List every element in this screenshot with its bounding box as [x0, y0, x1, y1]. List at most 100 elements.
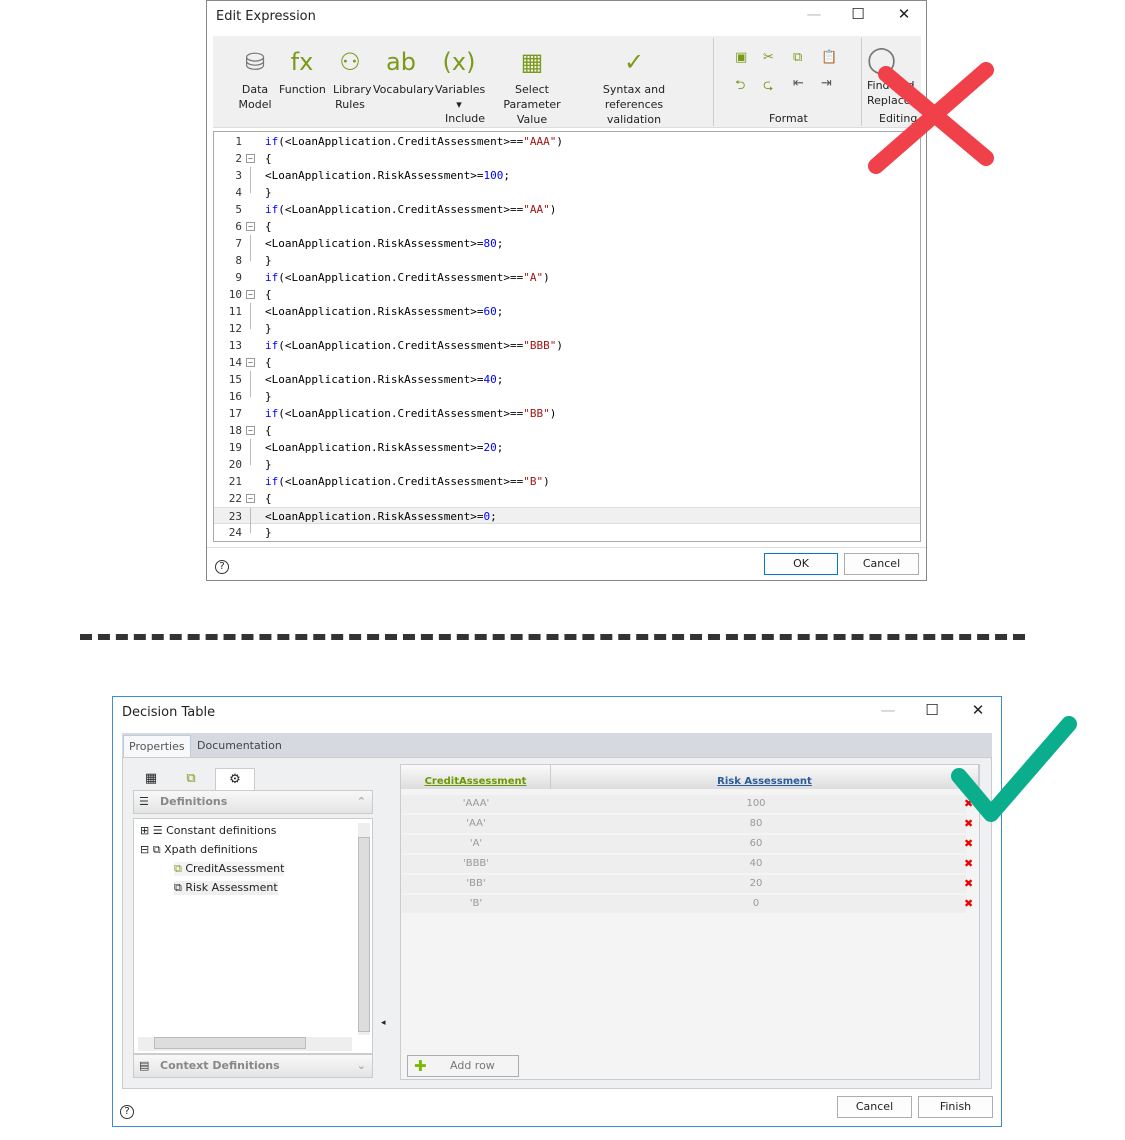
settings-tab-icon[interactable]: ⚙	[215, 768, 255, 790]
fold-toggle-icon[interactable]: −	[246, 426, 255, 435]
grid-tab-icon[interactable]: ▦	[133, 768, 169, 790]
cancel-button[interactable]: Cancel	[844, 553, 919, 575]
code-line[interactable]: 19 <LoanApplication.RiskAssessment>=20;	[214, 439, 920, 456]
risk-cell[interactable]: 100	[551, 795, 961, 813]
risk-cell[interactable]: 0	[551, 895, 961, 913]
credit-cell[interactable]: 'B'	[401, 895, 551, 913]
context-definitions-header[interactable]: ▤ Context Definitions ⌄	[133, 1054, 373, 1078]
tree-item-constant[interactable]: ⊞ ☰ Constant definitions	[140, 824, 277, 837]
collapse-arrow-icon[interactable]: ◂	[381, 1018, 386, 1028]
ribbon-button-variables[interactable]: (x) Variables ▾	[435, 42, 485, 112]
code-line[interactable]: 23 <LoanApplication.RiskAssessment>=0;	[214, 507, 920, 525]
code-line[interactable]: 3 <LoanApplication.RiskAssessment>=100;	[214, 167, 920, 184]
fold-toggle-icon[interactable]: −	[246, 494, 255, 503]
cut-icon[interactable]: ✂	[763, 50, 774, 65]
table-row[interactable]: 'AA' 80 ✖	[401, 815, 973, 833]
delete-row-icon[interactable]: ✖	[964, 895, 973, 913]
table-row[interactable]: 'AAA' 100 ✖	[401, 795, 973, 813]
column-header-credit[interactable]: CreditAssessment	[401, 765, 551, 789]
ribbon-button-data-model[interactable]: ⛁ Data Model	[235, 42, 275, 112]
delete-row-icon[interactable]: ✖	[964, 835, 973, 853]
paste-icon[interactable]: 📋	[821, 50, 837, 65]
tab-documentation[interactable]: Documentation	[192, 735, 287, 757]
fold-toggle-icon[interactable]: −	[246, 290, 255, 299]
risk-cell[interactable]: 40	[551, 855, 961, 873]
ribbon-button-select-parameter[interactable]: ▦ Select Parameter Value	[489, 42, 575, 127]
tree-item-risk[interactable]: ⧉ Risk Assessment	[174, 881, 278, 895]
credit-cell[interactable]: 'BB'	[401, 875, 551, 893]
column-header-risk[interactable]: Risk Assessment	[551, 765, 979, 789]
code-line[interactable]: 1 if(<LoanApplication.CreditAssessment>==…	[214, 133, 920, 150]
minimize-button[interactable]: —	[873, 701, 903, 719]
close-button[interactable]: ✕	[889, 5, 919, 23]
help-icon[interactable]: ?	[120, 1105, 134, 1119]
definitions-header[interactable]: ☰ Definitions ⌃	[133, 790, 373, 814]
code-line[interactable]: 2− {	[214, 150, 920, 167]
redo-icon[interactable]: ⮎	[763, 76, 773, 98]
horizontal-scrollbar[interactable]	[138, 1037, 352, 1051]
code-line[interactable]: 11 <LoanApplication.RiskAssessment>=60;	[214, 303, 920, 320]
ribbon-button-validation[interactable]: ✓ Syntax and references validation	[579, 42, 689, 127]
code-line[interactable]: 17 if(<LoanApplication.CreditAssessment>=…	[214, 405, 920, 422]
table-row[interactable]: 'BBB' 40 ✖	[401, 855, 973, 873]
outdent-icon[interactable]: ⇤	[793, 76, 804, 91]
code-line[interactable]: 22− {	[214, 490, 920, 507]
fold-toggle-icon[interactable]: −	[246, 358, 255, 367]
undo-icon[interactable]: ⮌	[735, 76, 745, 98]
line-number: 8	[235, 254, 242, 267]
xpath-tab-icon[interactable]: ⧉	[173, 768, 209, 790]
code-line[interactable]: 18− {	[214, 422, 920, 439]
code-line[interactable]: 4}	[214, 184, 920, 201]
ok-button[interactable]: OK	[764, 553, 838, 575]
delete-row-icon[interactable]: ✖	[964, 855, 973, 873]
ribbon-button-function[interactable]: fx Function	[279, 42, 326, 97]
code-line[interactable]: 14− {	[214, 354, 920, 371]
credit-cell[interactable]: 'BBB'	[401, 855, 551, 873]
tree-item-xpath[interactable]: ⊟ ⧉ Xpath definitions	[140, 843, 258, 857]
code-line[interactable]: 15 <LoanApplication.RiskAssessment>=40;	[214, 371, 920, 388]
code-line[interactable]: 24}	[214, 524, 920, 541]
maximize-button[interactable]: ☐	[843, 5, 873, 23]
ribbon-button-library-rules[interactable]: ⚇ Library Rules	[333, 42, 371, 112]
risk-cell[interactable]: 20	[551, 875, 961, 893]
maximize-button[interactable]: ☐	[917, 701, 947, 719]
code-line[interactable]: 20}	[214, 456, 920, 473]
risk-cell[interactable]: 60	[551, 835, 961, 853]
line-number: 3	[235, 169, 242, 182]
credit-cell[interactable]: 'A'	[401, 835, 551, 853]
table-row[interactable]: 'A' 60 ✖	[401, 835, 973, 853]
code-line[interactable]: 5 if(<LoanApplication.CreditAssessment>==…	[214, 201, 920, 218]
code-line[interactable]: 13 if(<LoanApplication.CreditAssessment>=…	[214, 337, 920, 354]
table-row[interactable]: 'B' 0 ✖	[401, 895, 973, 913]
code-line[interactable]: 12}	[214, 320, 920, 337]
code-line[interactable]: 9 if(<LoanApplication.CreditAssessment>==…	[214, 269, 920, 286]
vertical-scrollbar[interactable]	[358, 823, 370, 1035]
tree-item-credit[interactable]: ⧉ CreditAssessment	[174, 862, 285, 876]
code-line[interactable]: 8}	[214, 252, 920, 269]
code-token: ;	[496, 237, 504, 250]
fold-toggle-icon[interactable]: −	[246, 154, 255, 163]
code-editor[interactable]: 1 if(<LoanApplication.CreditAssessment>==…	[213, 131, 921, 542]
button-label-2: Model	[238, 98, 272, 111]
cancel-button[interactable]: Cancel	[837, 1096, 912, 1118]
tab-properties[interactable]: Properties	[123, 735, 191, 757]
minimize-button[interactable]: —	[799, 5, 829, 23]
credit-cell[interactable]: 'AAA'	[401, 795, 551, 813]
help-icon[interactable]: ?	[215, 560, 229, 574]
fold-toggle-icon[interactable]: −	[246, 222, 255, 231]
credit-cell[interactable]: 'AA'	[401, 815, 551, 833]
finish-button[interactable]: Finish	[918, 1096, 993, 1118]
table-row[interactable]: 'BB' 20 ✖	[401, 875, 973, 893]
ribbon-button-vocabulary[interactable]: ab Vocabulary	[373, 42, 434, 97]
code-line[interactable]: 7 <LoanApplication.RiskAssessment>=80;	[214, 235, 920, 252]
risk-cell[interactable]: 80	[551, 815, 961, 833]
save-icon[interactable]: ▣	[735, 50, 747, 65]
code-line[interactable]: 6− {	[214, 218, 920, 235]
code-line[interactable]: 10− {	[214, 286, 920, 303]
add-row-button[interactable]: ✚ Add row	[407, 1055, 519, 1077]
code-line[interactable]: 21 if(<LoanApplication.CreditAssessment>=…	[214, 473, 920, 490]
indent-icon[interactable]: ⇥	[821, 76, 832, 91]
code-line[interactable]: 16}	[214, 388, 920, 405]
delete-row-icon[interactable]: ✖	[964, 875, 973, 893]
copy-icon[interactable]: ⧉	[793, 50, 802, 65]
